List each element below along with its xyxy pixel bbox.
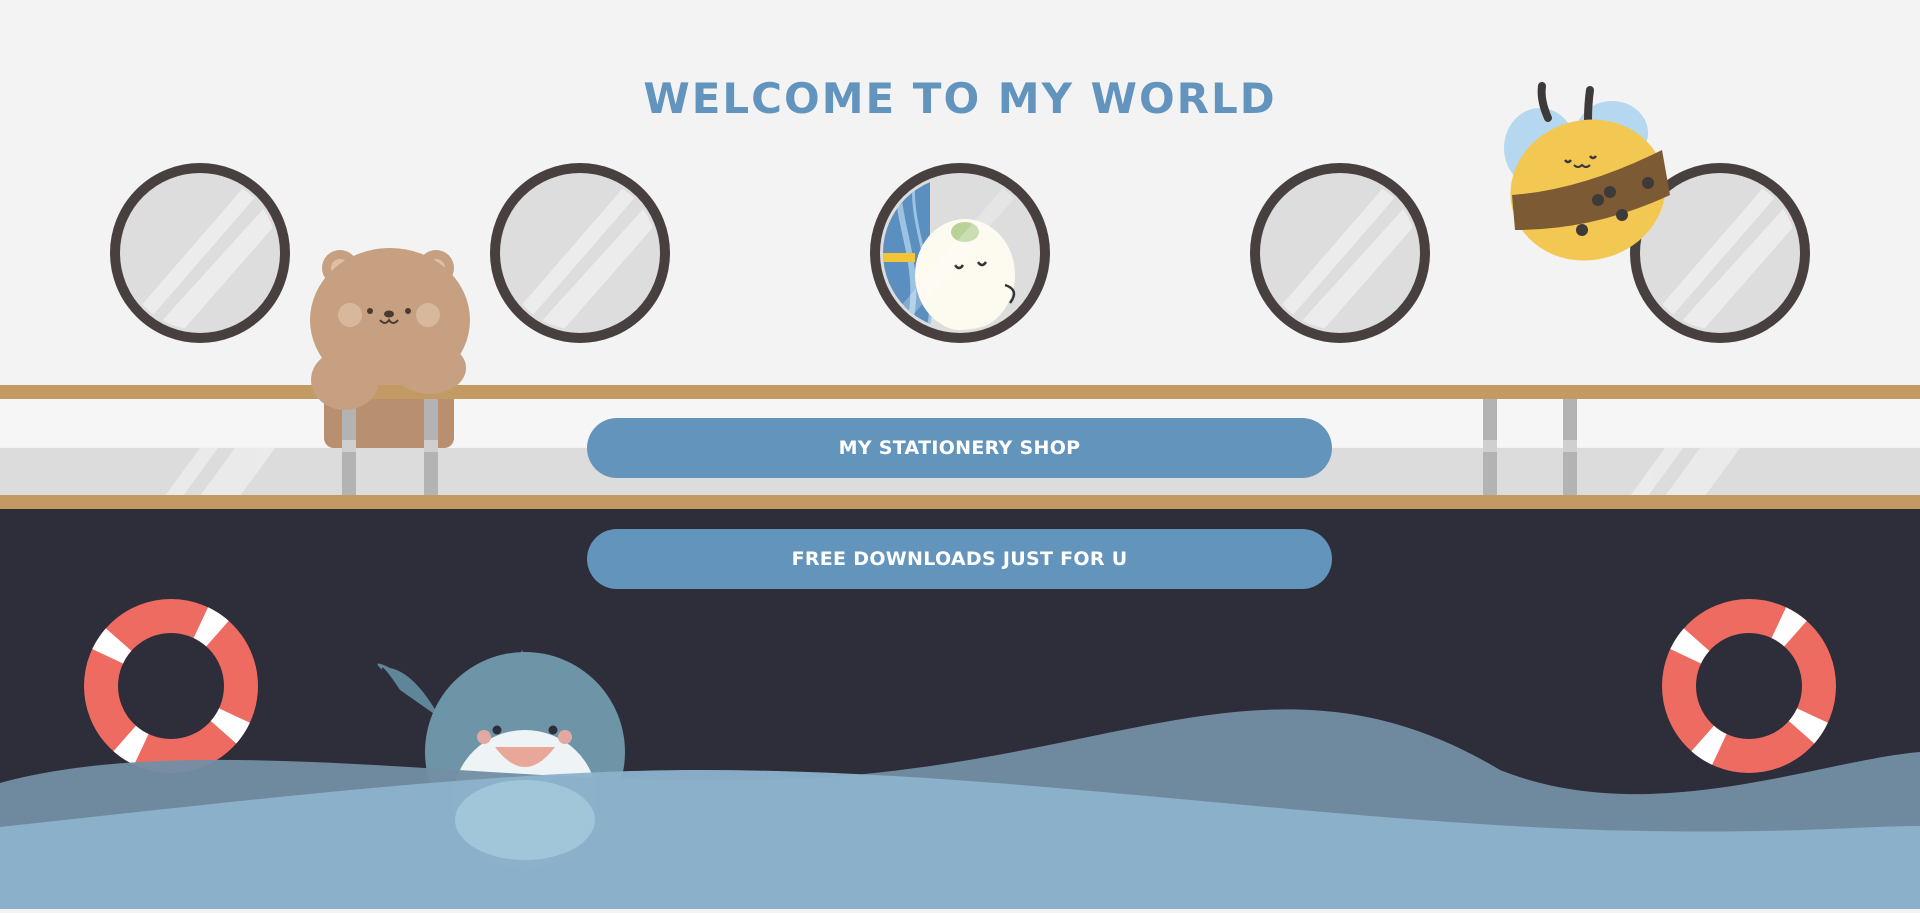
free-downloads-button[interactable]: FREE DOWNLOADS JUST FOR U bbox=[587, 529, 1332, 589]
porthole-4 bbox=[1250, 163, 1430, 343]
porthole-3 bbox=[870, 163, 1050, 343]
page-title: WELCOME TO MY WORLD bbox=[643, 74, 1277, 123]
ship-scene: WELCOME TO MY WORLD MY STATIONERY SHOP F… bbox=[0, 0, 1920, 909]
stationery-shop-button[interactable]: MY STATIONERY SHOP bbox=[587, 418, 1332, 478]
porthole-1 bbox=[110, 163, 290, 343]
porthole-2 bbox=[490, 163, 670, 343]
